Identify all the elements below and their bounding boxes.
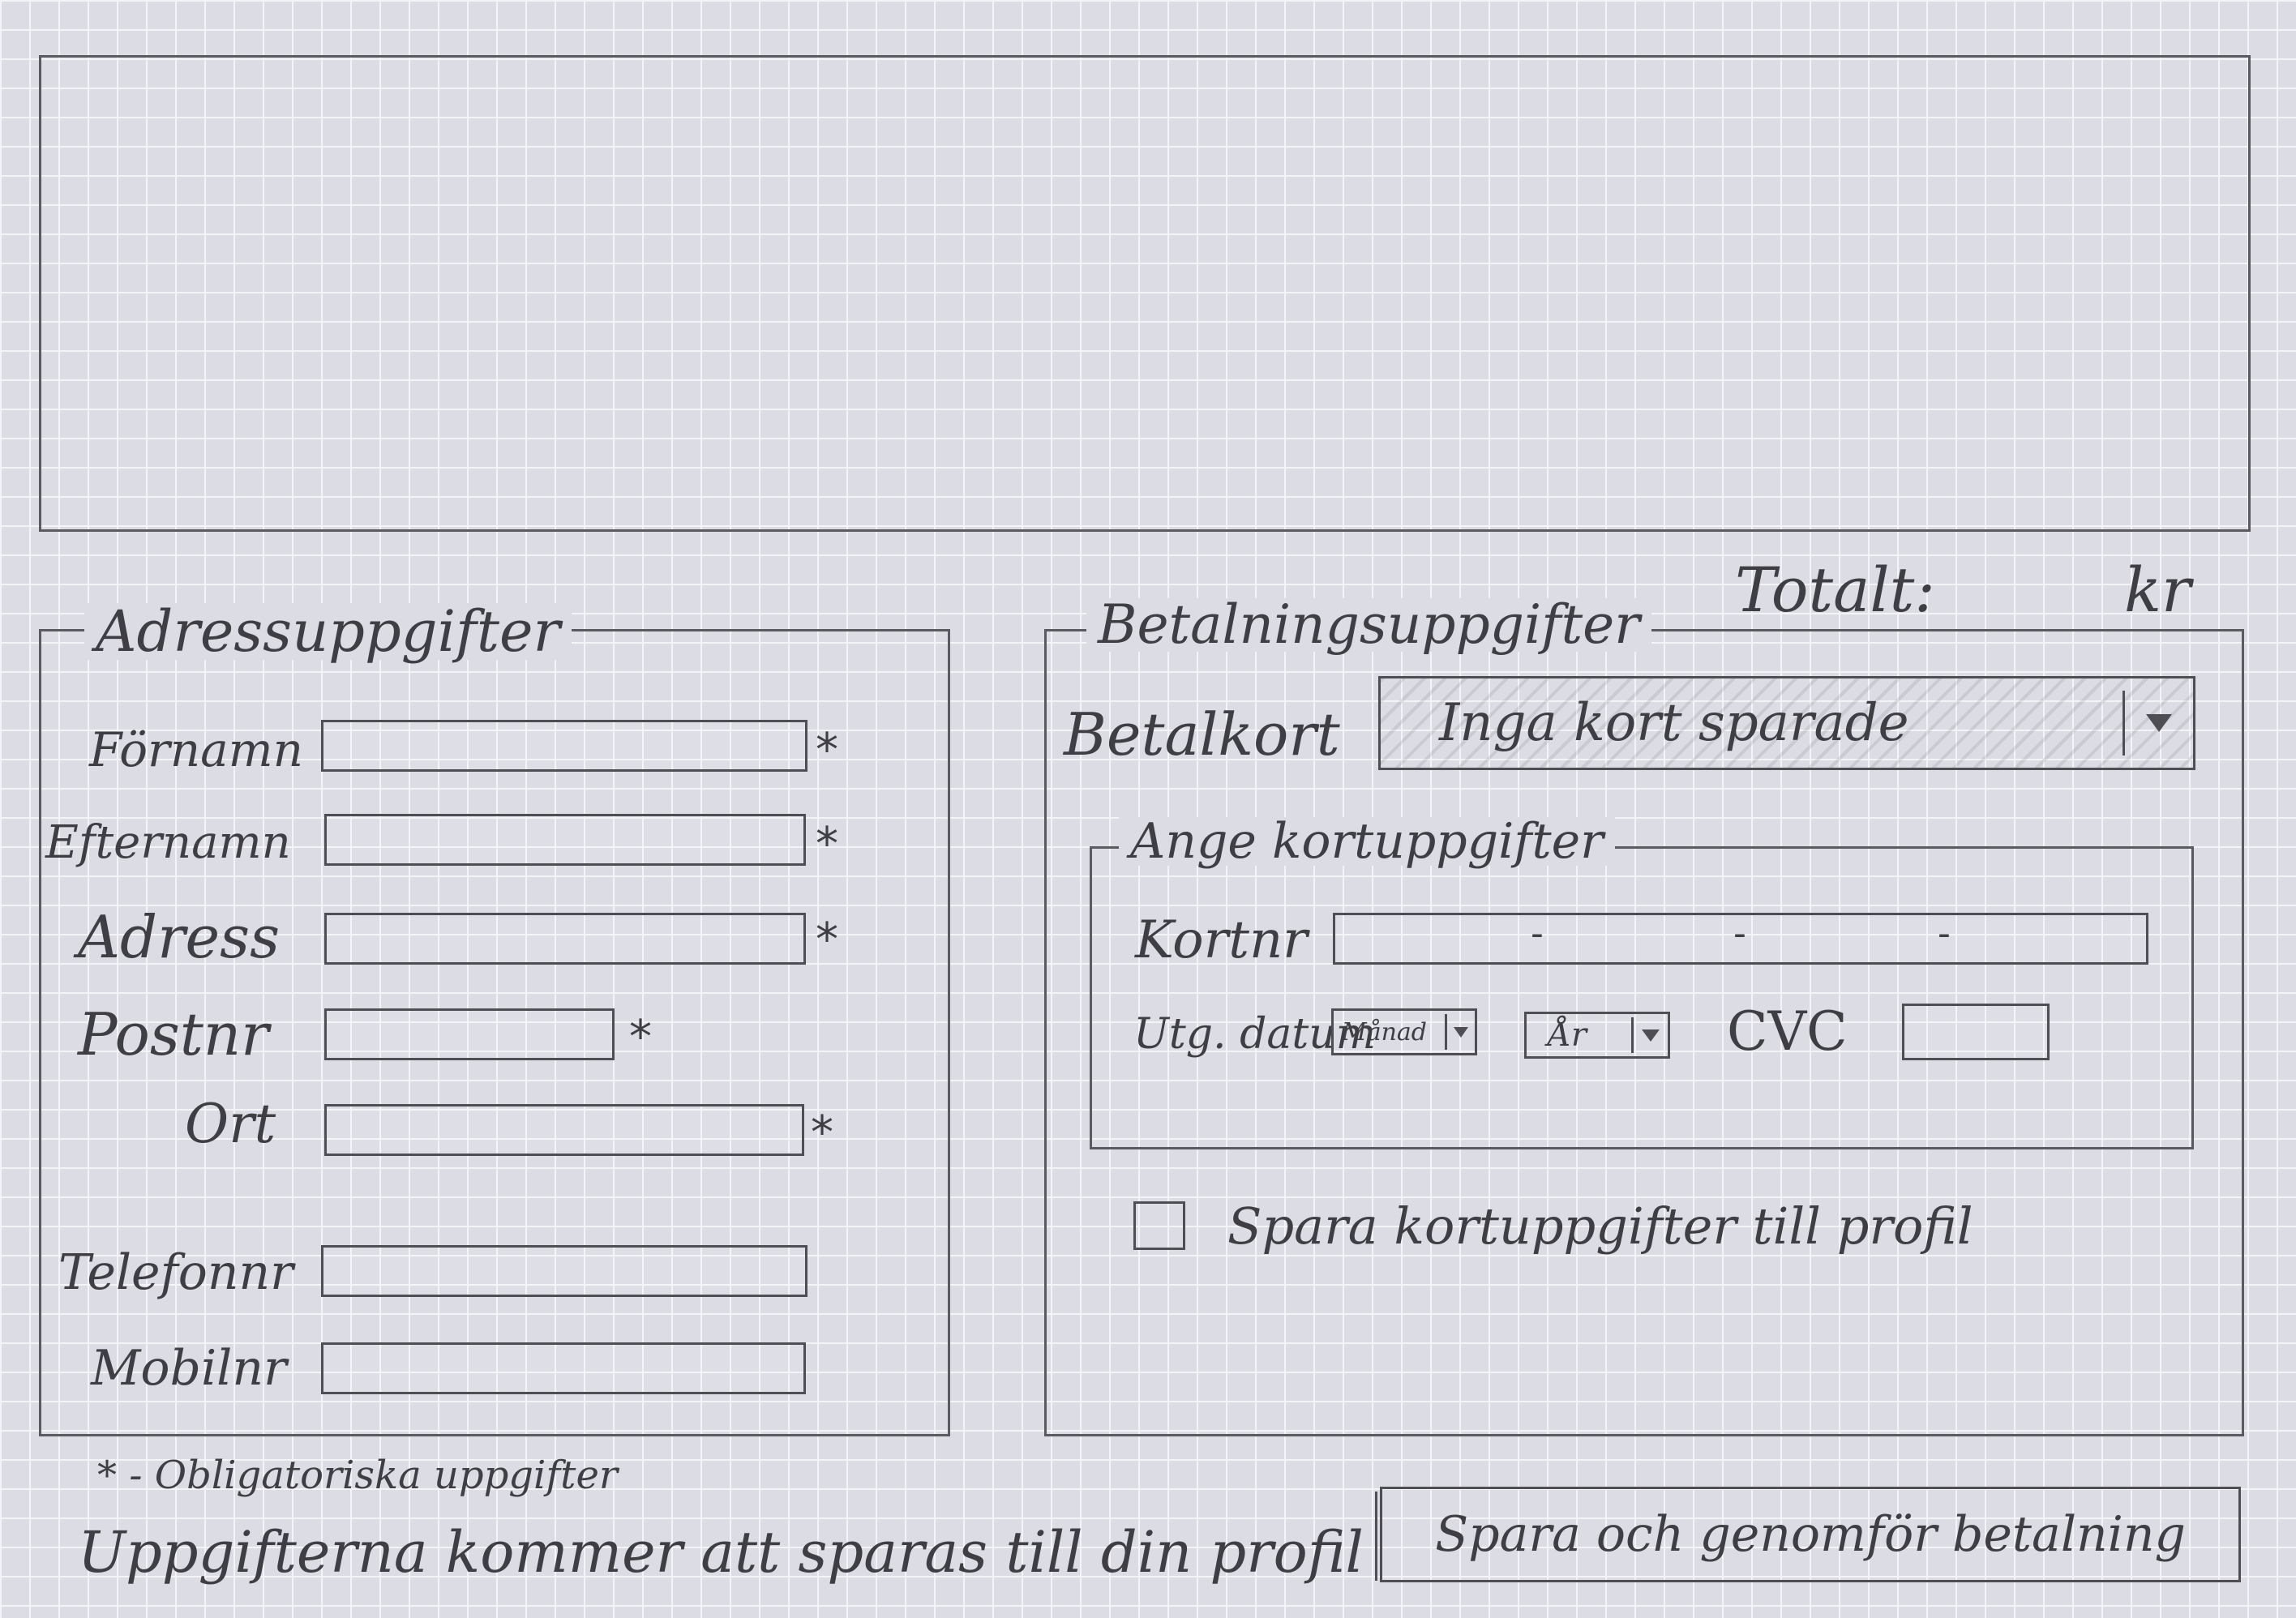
expiry-year-select[interactable]: År xyxy=(1524,1012,1670,1059)
mobile-label: Mobilnr xyxy=(91,1340,287,1397)
firstname-label: Förnamn xyxy=(89,722,304,777)
firstname-required-mark: * xyxy=(816,724,838,777)
chevron-down-icon[interactable] xyxy=(2146,714,2172,732)
saved-card-select[interactable]: Inga kort sparade xyxy=(1378,676,2195,770)
lastname-label: Efternamn xyxy=(45,816,291,869)
cardnr-separator-1: - xyxy=(1531,913,1544,954)
submit-button-label: Spara och genomför betalning xyxy=(1435,1506,2186,1563)
card-details-title: Ange kortuppgifter xyxy=(1119,817,1615,866)
cardnr-label: Kortnr xyxy=(1135,910,1308,970)
payment-section-title: Betalningsuppgifter xyxy=(1086,598,1651,652)
cvc-input[interactable] xyxy=(1902,1004,2050,1060)
city-input[interactable] xyxy=(324,1104,804,1156)
lastname-required-mark: * xyxy=(816,818,838,871)
submit-button[interactable]: Spara och genomför betalning xyxy=(1380,1487,2241,1582)
phone-input[interactable] xyxy=(321,1245,807,1297)
postnr-label: Postnr xyxy=(78,1000,269,1068)
save-card-label: Spara kortuppgifter till profil xyxy=(1227,1196,1973,1256)
city-label: Ort xyxy=(185,1093,276,1155)
city-required-mark: * xyxy=(811,1106,833,1159)
expiry-year-divider xyxy=(1631,1017,1634,1053)
expiry-year-value: År xyxy=(1548,1017,1587,1054)
cardnr-separator-2: - xyxy=(1733,913,1746,954)
save-card-checkbox[interactable] xyxy=(1133,1201,1185,1250)
mobile-input[interactable] xyxy=(321,1342,806,1394)
required-note: * - Obligatoriska uppgifter xyxy=(97,1453,618,1498)
footer-note: Uppgifterna kommer att sparas till din p… xyxy=(78,1519,1364,1586)
postnr-required-mark: * xyxy=(629,1011,652,1064)
firstname-input[interactable] xyxy=(321,720,807,772)
expiry-month-value: Månad xyxy=(1342,1017,1428,1047)
postnr-input[interactable] xyxy=(324,1008,615,1060)
chevron-down-icon[interactable] xyxy=(1454,1026,1468,1038)
cardnr-separator-3: - xyxy=(1938,913,1951,954)
header-placeholder xyxy=(39,55,2251,532)
cvc-label: CVC xyxy=(1727,1000,1848,1063)
footer-divider xyxy=(1375,1492,1377,1581)
expiry-month-select[interactable]: Månad xyxy=(1331,1008,1477,1055)
address-input[interactable] xyxy=(324,913,806,965)
expiry-month-divider xyxy=(1445,1014,1447,1050)
address-label: Adress xyxy=(78,903,281,971)
phone-label: Telefonnr xyxy=(58,1244,293,1301)
lastname-input[interactable] xyxy=(324,814,806,866)
address-required-mark: * xyxy=(816,914,838,966)
total-currency: kr xyxy=(2124,554,2191,626)
total-label: Totalt: xyxy=(1735,554,1935,626)
address-section-title: Adressuppgifter xyxy=(84,603,572,660)
saved-card-select-value: Inga kort sparade xyxy=(1439,693,1909,753)
saved-card-select-divider xyxy=(2123,691,2125,755)
card-label: Betalkort xyxy=(1064,700,1340,768)
chevron-down-icon[interactable] xyxy=(1642,1029,1660,1042)
card-details-section xyxy=(1090,846,2194,1149)
